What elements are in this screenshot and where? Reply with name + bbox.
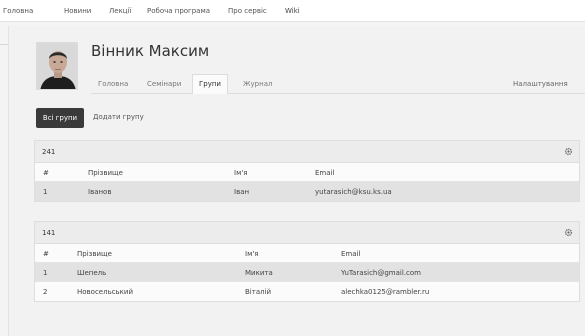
tabs-divider bbox=[91, 93, 585, 94]
group-header: 141 bbox=[35, 222, 579, 244]
column-header: # bbox=[43, 250, 49, 258]
tab-groups[interactable]: Групи bbox=[192, 74, 228, 94]
user-photo-icon bbox=[37, 43, 77, 89]
surname-cell: Шепель bbox=[77, 269, 107, 277]
group-table-141: 141 # Прізвище Ім'я Email 1 Шепель Микит… bbox=[34, 221, 580, 302]
name-cell: Віталій bbox=[245, 288, 272, 296]
email-cell: YuTarasich@gmail.com bbox=[341, 269, 421, 277]
add-group-link[interactable]: Додати групу bbox=[93, 113, 144, 121]
table-header-row: # Прізвище Ім'я Email bbox=[35, 163, 579, 182]
nav-program[interactable]: Робоча програма bbox=[147, 7, 210, 15]
row-number: 2 bbox=[43, 288, 48, 296]
column-header: # bbox=[43, 169, 49, 177]
email-cell: yutarasich@ksu.ks.ua bbox=[315, 188, 392, 196]
group-title: 141 bbox=[42, 229, 56, 237]
tab-journal[interactable]: Журнал bbox=[243, 80, 272, 88]
column-header: Ім'я bbox=[234, 169, 248, 177]
tab-seminars[interactable]: Семінари bbox=[147, 80, 181, 88]
column-header: Email bbox=[341, 250, 361, 258]
name-cell: Іван bbox=[234, 188, 250, 196]
column-header: Прізвище bbox=[88, 169, 123, 177]
user-name: Вінник Максим bbox=[91, 42, 210, 60]
table-header-row: # Прізвище Ім'я Email bbox=[35, 244, 579, 263]
surname-cell: Новосельський bbox=[77, 288, 134, 296]
nav-wiki[interactable]: Wiki bbox=[285, 7, 300, 15]
table-row[interactable]: 1 Іванов Іван yutarasich@ksu.ks.ua bbox=[35, 182, 579, 201]
table-row[interactable]: 1 Шепель Микита YuTarasich@gmail.com bbox=[35, 263, 579, 282]
edge-divider bbox=[0, 44, 8, 45]
group-title: 241 bbox=[42, 148, 56, 156]
gear-icon[interactable] bbox=[564, 147, 573, 156]
surname-cell: Іванов bbox=[88, 188, 112, 196]
group-header: 241 bbox=[35, 141, 579, 163]
nav-home[interactable]: Головна bbox=[3, 7, 33, 15]
nav-about[interactable]: Про сервіс bbox=[228, 7, 267, 15]
column-header: Email bbox=[315, 169, 335, 177]
row-number: 1 bbox=[43, 188, 48, 196]
top-navigation: Головна Новини Лекції Робоча програма Пр… bbox=[0, 0, 585, 22]
nav-lectures[interactable]: Лекції bbox=[109, 7, 131, 15]
settings-link[interactable]: Налаштування bbox=[513, 80, 568, 88]
all-groups-button[interactable]: Всі групи bbox=[36, 108, 84, 128]
table-row[interactable]: 2 Новосельський Віталій alechka0125@ramb… bbox=[35, 282, 579, 301]
column-header: Прізвище bbox=[77, 250, 112, 258]
avatar bbox=[36, 42, 78, 90]
gear-icon[interactable] bbox=[564, 228, 573, 237]
email-cell: alechka0125@rambler.ru bbox=[341, 288, 430, 296]
nav-news[interactable]: Новини bbox=[64, 7, 91, 15]
row-number: 1 bbox=[43, 269, 48, 277]
tab-home[interactable]: Головна bbox=[98, 80, 128, 88]
name-cell: Микита bbox=[245, 269, 273, 277]
column-header: Ім'я bbox=[245, 250, 259, 258]
group-table-241: 241 # Прізвище Ім'я Email 1 Іванов Іван … bbox=[34, 140, 580, 202]
